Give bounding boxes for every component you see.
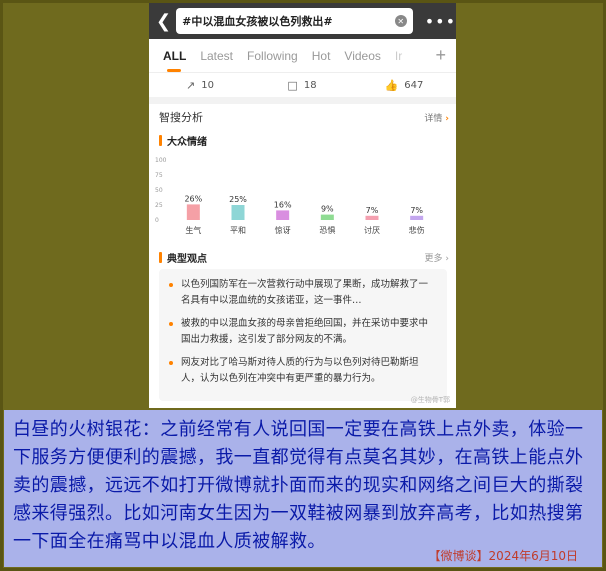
search-query: #中以混血女孩被以色列救出# — [182, 15, 333, 28]
comment-icon: □ — [287, 78, 298, 92]
opinions-title: 典型观点 — [159, 250, 207, 265]
x-tick-label: 平和 — [230, 226, 246, 235]
more-opinions-link[interactable]: 更多 › — [425, 251, 450, 264]
thumbs-up-icon: 👍 — [384, 78, 399, 92]
data-label: 26% — [184, 194, 202, 203]
tab-clipped[interactable]: Ir — [395, 49, 405, 63]
bar-讨厌 — [365, 215, 379, 220]
chevron-right-icon: › — [445, 113, 449, 124]
y-tick-label: 75 — [155, 172, 163, 179]
add-tab-button[interactable]: + — [435, 45, 446, 66]
more-dots-icon[interactable]: ••• — [425, 12, 456, 31]
data-label: 7% — [366, 206, 379, 215]
sentiment-title-text: 大众情绪 — [167, 137, 207, 148]
y-tick-label: 50 — [155, 187, 163, 194]
data-label: 7% — [410, 206, 423, 215]
bar-惊讶 — [276, 210, 290, 220]
smart-search-header: 智搜分析 详情 › — [159, 109, 449, 125]
x-tick-label: 悲伤 — [409, 225, 425, 235]
section-divider — [149, 97, 456, 104]
details-label: 详情 — [424, 113, 443, 124]
data-label: 25% — [229, 195, 247, 204]
x-tick-label: 惊讶 — [275, 225, 291, 235]
data-label: 9% — [321, 205, 334, 214]
like-count: 647 — [404, 79, 424, 91]
chevron-left-icon[interactable]: ❮ — [151, 3, 176, 39]
search-input[interactable]: #中以混血女孩被以色列救出# ✕ — [176, 8, 413, 34]
top-bar: ❮ #中以混血女孩被以色列救出# ✕ ••• — [149, 3, 456, 39]
tab-bar: ALL Latest Following Hot Videos Ir + — [149, 39, 456, 73]
orange-marker — [159, 135, 162, 146]
watermark: @生物骨T郭 — [410, 396, 450, 404]
sentiment-bar-chart: 100 75 50 25 0 26% 生气 25% 平和 16% 惊讶 9% 恐惧 7% 讨厌 7% 悲伤 — [155, 157, 425, 235]
comment-count: 18 — [303, 79, 317, 91]
tab-latest[interactable]: Latest — [200, 49, 233, 63]
repost-count: 10 — [201, 79, 214, 91]
clear-circle-icon[interactable]: ✕ — [394, 15, 407, 27]
orange-marker — [159, 251, 162, 263]
y-tick-label: 0 — [155, 217, 159, 224]
y-tick-label: 25 — [155, 202, 163, 209]
repost-icon: ↗ — [186, 78, 196, 92]
y-tick-label: 100 — [155, 157, 167, 164]
caption-text: 白昼的火树银花：之前经常有人说回国一定要在高铁上点外卖，体验一下服务方便便利的震… — [13, 419, 584, 552]
list-item[interactable]: 被救的中以混血女孩的母亲曾拒绝回国，并在采访中要求中国出力救援，这引发了部分网友… — [169, 316, 437, 348]
tab-hot[interactable]: Hot — [312, 49, 331, 63]
data-label: 16% — [274, 200, 292, 209]
bar-恐惧 — [320, 214, 334, 220]
like-button[interactable]: 👍 647 — [353, 79, 455, 92]
caption-panel: 白昼的火树银花：之前经常有人说回国一定要在高铁上点外卖，体验一下服务方便便利的震… — [4, 410, 602, 567]
x-tick-label: 讨厌 — [364, 225, 380, 235]
details-link[interactable]: 详情 › — [424, 111, 449, 124]
repost-button[interactable]: ↗ 10 — [149, 79, 251, 92]
tab-following[interactable]: Following — [247, 49, 298, 63]
x-tick-label: 生气 — [185, 225, 201, 235]
more-label: 更多 — [424, 253, 443, 264]
opinions-title-text: 典型观点 — [167, 253, 207, 265]
smart-search-card: 智搜分析 详情 › 大众情绪 100 75 50 25 0 26% 生气 25% 平和 16% 惊讶… — [149, 104, 456, 408]
list-item[interactable]: 网友对比了哈马斯对待人质的行为与以色列对待巴勒斯坦人，认为以色列在冲突中有更严重… — [169, 355, 437, 387]
phone-screenshot: ❮ #中以混血女孩被以色列救出# ✕ ••• ALL Latest Follow… — [149, 3, 456, 408]
tab-videos[interactable]: Videos — [344, 49, 380, 63]
caption-source: 【微博谈】2024年6月10日 — [428, 549, 578, 563]
smart-search-title: 智搜分析 — [159, 111, 203, 124]
list-item[interactable]: 以色列国防军在一次营救行动中展现了果断，成功解救了一名具有中以混血统的女孩诺亚，… — [169, 277, 437, 309]
chevron-right-icon: › — [445, 253, 449, 264]
tab-all[interactable]: ALL — [163, 49, 186, 72]
bar-悲伤 — [410, 215, 424, 220]
sentiment-title: 大众情绪 — [159, 133, 207, 148]
bar-平和 — [231, 205, 245, 220]
bar-生气 — [186, 204, 200, 220]
opinions-list: 以色列国防军在一次营救行动中展现了果断，成功解救了一名具有中以混血统的女孩诺亚，… — [159, 269, 447, 401]
post-action-bar: ↗ 10 □ 18 👍 647 — [149, 73, 456, 97]
comment-button[interactable]: □ 18 — [251, 79, 353, 92]
x-tick-label: 恐惧 — [319, 225, 335, 235]
opinions-header: 典型观点 更多 › — [159, 250, 450, 265]
